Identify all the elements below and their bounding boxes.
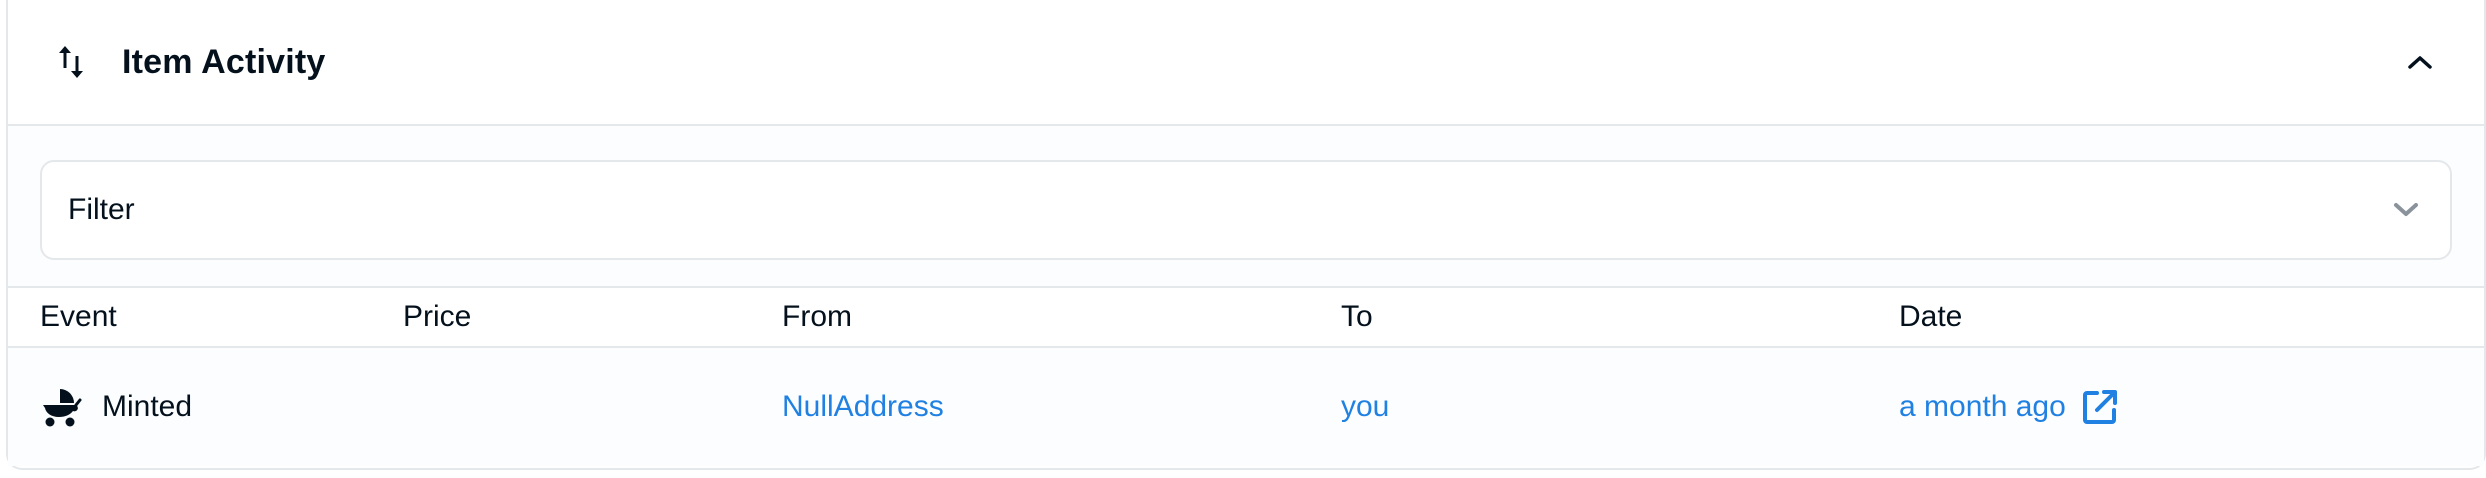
column-header-to: To — [1341, 300, 1373, 333]
swap-vertical-icon — [56, 40, 96, 84]
filter-label: Filter — [68, 193, 135, 226]
chevron-up-icon[interactable] — [2400, 42, 2440, 82]
baby-carriage-icon — [40, 385, 84, 429]
column-header-date: Date — [1899, 300, 1963, 333]
event-label: Minted — [102, 390, 193, 423]
from-address-link[interactable]: NullAddress — [782, 390, 1341, 424]
column-header-price: Price — [403, 300, 472, 333]
to-address-link[interactable]: you — [1341, 390, 1899, 424]
filter-section: Filter — [8, 126, 2484, 288]
table-row: Minted NullAddress you a month ago — [8, 348, 2484, 466]
item-activity-panel: Item Activity Filter Event Price From To… — [6, 0, 2486, 470]
column-header-from: From — [782, 300, 852, 333]
external-link-icon[interactable] — [2080, 386, 2122, 428]
event-cell: Minted — [8, 385, 403, 429]
date-link[interactable]: a month ago — [1899, 390, 2066, 424]
item-activity-title: Item Activity — [122, 42, 326, 81]
filter-dropdown[interactable]: Filter — [40, 160, 2452, 260]
item-activity-header[interactable]: Item Activity — [8, 0, 2484, 126]
activity-table-header: Event Price From To Date — [8, 288, 2484, 348]
column-header-event: Event — [40, 300, 117, 333]
date-cell: a month ago — [1899, 386, 2484, 428]
chevron-down-icon — [2388, 192, 2424, 228]
